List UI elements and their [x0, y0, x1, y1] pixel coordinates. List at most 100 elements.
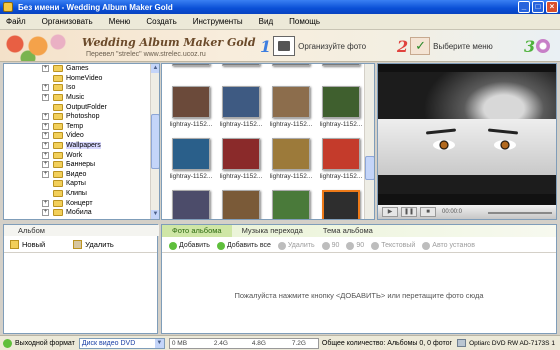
output-format-value: Диск видео DVD — [81, 339, 136, 347]
expand-icon[interactable]: + — [42, 161, 49, 169]
expand-icon[interactable]: + — [42, 151, 49, 159]
expand-icon[interactable]: + — [42, 209, 49, 217]
folder-label: Iso — [66, 84, 76, 92]
stop-icon[interactable]: ■ — [420, 207, 436, 217]
folder-item[interactable]: OutputFolder — [4, 102, 159, 112]
photo-thumbnail[interactable]: lightray-1152... — [266, 190, 316, 219]
rotate-left-button[interactable]: 90 — [321, 241, 339, 250]
folder-item[interactable]: + Games — [4, 64, 159, 74]
auto-setup-button[interactable]: Авто установ — [422, 241, 475, 250]
menu-file[interactable]: Файл — [0, 17, 36, 26]
chevron-down-icon: ▼ — [154, 338, 164, 348]
expand-icon[interactable]: + — [42, 132, 49, 140]
menu-organize[interactable]: Организовать — [36, 17, 103, 26]
window-titlebar: Без имени - Wedding Album Maker Gold _ □… — [0, 0, 560, 14]
photo-thumbnail[interactable]: lightray-1152... — [166, 190, 216, 219]
rotate-right-button[interactable]: 90 — [346, 241, 365, 250]
disc-capacity-scale: 0 MB 2.4G 4.8G 7.2G — [168, 337, 319, 349]
folder-item[interactable]: + Work — [4, 150, 159, 160]
expand-icon[interactable]: + — [42, 170, 49, 178]
photo-thumbnail[interactable]: lightray-1152... — [166, 86, 216, 132]
expand-icon[interactable]: + — [42, 218, 49, 219]
photo-thumbnail[interactable]: lightray-1152... — [166, 138, 216, 184]
expand-icon[interactable]: + — [42, 94, 49, 102]
scroll-thumb[interactable] — [365, 156, 374, 180]
thumbnail-image — [272, 64, 310, 66]
menu-tools[interactable]: Инструменты — [187, 17, 253, 26]
menu-help[interactable]: Помощь — [283, 17, 330, 26]
folder-item[interactable]: + Temp — [4, 122, 159, 132]
status-bar: Выходной формат Диск видео DVD ▼ 0 MB 2.… — [0, 335, 560, 350]
photo-thumbnail[interactable] — [266, 64, 316, 80]
step-number: 3 — [524, 36, 536, 56]
pause-icon[interactable]: ❚❚ — [401, 207, 417, 217]
output-format-select[interactable]: Диск видео DVD ▼ — [78, 337, 165, 349]
playback-slider[interactable] — [488, 208, 552, 214]
step-organize-photos[interactable]: 1 Организуйте фото — [260, 34, 366, 58]
toolbar-label: 90 — [356, 242, 365, 249]
menu-view[interactable]: Вид — [253, 17, 283, 26]
step-choose-menu[interactable]: 2 Выберите меню — [397, 34, 493, 58]
photo-thumbnail[interactable]: lightray-1152... — [216, 138, 266, 184]
folder-icon — [53, 84, 63, 92]
photo-thumbnail[interactable] — [216, 64, 266, 80]
folder-item[interactable]: + Photoshop — [4, 112, 159, 122]
expand-icon[interactable]: + — [42, 122, 49, 130]
folder-item[interactable]: + Концерт — [4, 198, 159, 208]
add-button[interactable]: Добавить — [169, 241, 210, 250]
minimize-button[interactable]: _ — [518, 1, 530, 13]
rotate-right-icon — [346, 241, 355, 250]
folder-item[interactable]: + Music — [4, 93, 159, 103]
expand-icon[interactable]: + — [42, 65, 49, 73]
folder-item[interactable]: + Музыка_сорт — [4, 218, 159, 219]
expand-icon[interactable]: + — [42, 84, 49, 92]
photo-thumbnail[interactable]: lightray-1152... — [266, 86, 316, 132]
folder-item[interactable]: HomeVideo — [4, 74, 159, 84]
thumbnail-image — [172, 190, 210, 219]
scroll-thumb[interactable] — [151, 114, 159, 169]
tab-album-theme[interactable]: Тема альбома — [313, 225, 383, 237]
photo-thumbnail[interactable]: lightray-1152... — [216, 190, 266, 219]
menu-menu[interactable]: Меню — [103, 17, 141, 26]
expand-icon[interactable]: + — [42, 113, 49, 121]
scroll-down-icon[interactable]: ▼ — [151, 210, 159, 219]
tab-album-photos[interactable]: Фото альбома — [162, 225, 232, 237]
folder-tree[interactable]: + Games HomeVideo + Iso + Music OutputFolder + Ph… — [3, 63, 160, 220]
folder-item[interactable]: + Wallpapers — [4, 141, 159, 151]
play-icon[interactable]: ▶ — [382, 207, 398, 217]
text-button[interactable]: Текстовый — [371, 241, 415, 250]
step-number: 1 — [260, 36, 272, 56]
folder-item[interactable]: + Баннеры — [4, 160, 159, 170]
folder-icon — [53, 132, 63, 140]
brand-title: Wedding Album Maker Gold — [82, 36, 256, 49]
expand-icon[interactable]: + — [42, 199, 49, 207]
delete-album-button[interactable]: Удалить — [73, 240, 114, 249]
photo-thumbnail[interactable]: lightray-1152... — [216, 86, 266, 132]
photo-thumbnail[interactable]: lightray-1152... — [316, 86, 366, 132]
new-album-button[interactable]: Новый — [10, 240, 45, 249]
expand-icon[interactable]: + — [42, 142, 49, 150]
delete-button[interactable]: Удалить — [277, 241, 315, 250]
photo-thumbnail[interactable] — [166, 64, 216, 80]
folder-icon — [53, 190, 63, 198]
tab-album[interactable]: Альбом — [4, 225, 159, 236]
photo-thumbnail[interactable]: lightray-1152... — [316, 190, 366, 219]
photo-thumbnail[interactable] — [316, 64, 366, 80]
photo-thumbnail[interactable]: lightray-1152... — [316, 138, 366, 184]
photo-thumbnail[interactable]: lightray-1152... — [266, 138, 316, 184]
scroll-up-icon[interactable]: ▲ — [151, 64, 159, 73]
menu-bar: Файл Организовать Меню Создать Инструмен… — [0, 14, 560, 30]
folder-item[interactable]: + Iso — [4, 83, 159, 93]
tab-transition-music[interactable]: Музыка перехода — [232, 225, 313, 237]
folder-item[interactable]: + Видео — [4, 170, 159, 180]
folder-item[interactable]: + Video — [4, 131, 159, 141]
tree-scrollbar[interactable]: ▲ ▼ — [150, 64, 159, 219]
folder-item[interactable]: Клипы — [4, 189, 159, 199]
folder-item[interactable]: + Мобила — [4, 208, 159, 218]
add-all-button[interactable]: Добавить все — [216, 241, 271, 250]
close-button[interactable]: × — [546, 1, 558, 13]
maximize-button[interactable]: □ — [532, 1, 544, 13]
step-burn-disc[interactable]: 3 — [524, 34, 551, 58]
menu-create[interactable]: Создать — [140, 17, 186, 26]
folder-item[interactable]: Карты — [4, 179, 159, 189]
